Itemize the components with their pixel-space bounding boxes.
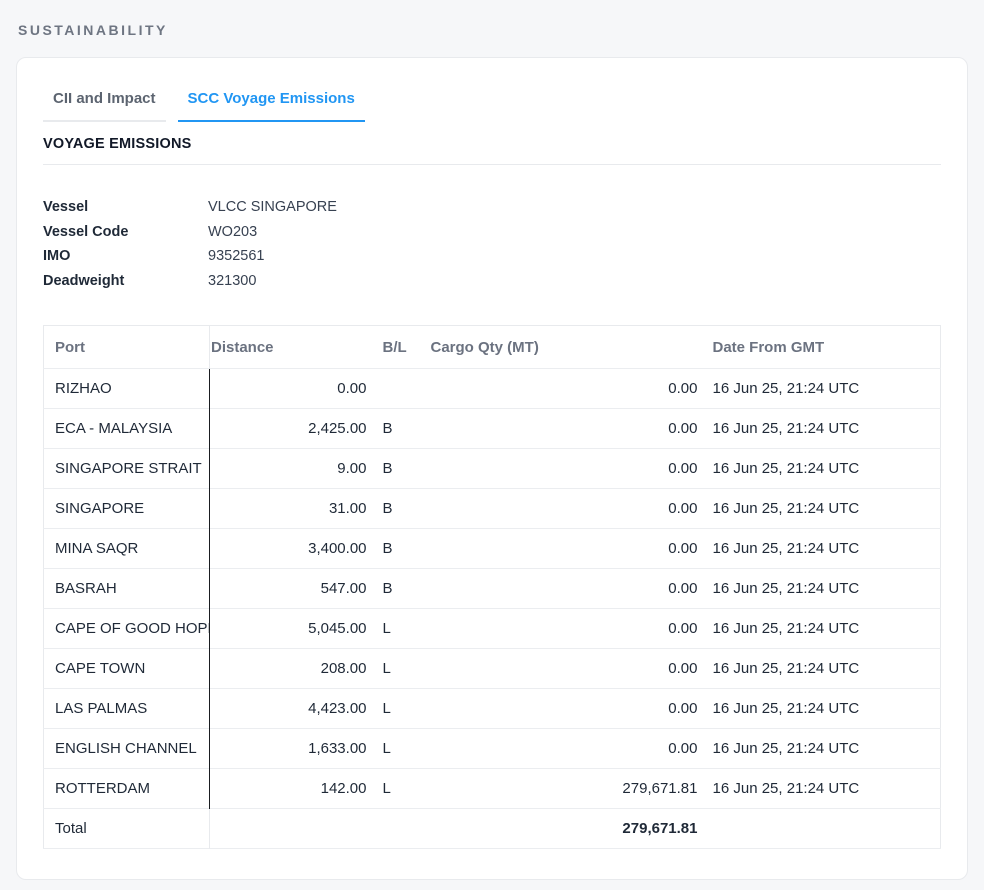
cell-bl: B — [375, 409, 430, 449]
voyage-emissions-table: Port Distance B/L Cargo Qty (MT) Date Fr… — [43, 325, 941, 849]
cell-bl: B — [375, 529, 430, 569]
vessel-info-row: Deadweight 321300 — [43, 269, 941, 294]
cell-bl: L — [375, 689, 430, 729]
vessel-info-value: WO203 — [208, 220, 257, 245]
column-header-distance: Distance — [210, 326, 375, 369]
cell-distance: 4,423.00 — [210, 689, 375, 729]
cell-port: MINA SAQR — [44, 529, 210, 569]
cell-distance: 3,400.00 — [210, 529, 375, 569]
cell-cargo-qty: 0.00 — [430, 369, 705, 409]
table-row: SINGAPORE 31.00 B 0.00 16 Jun 25, 21:24 … — [44, 489, 941, 529]
table-row: LAS PALMAS 4,423.00 L 0.00 16 Jun 25, 21… — [44, 689, 941, 729]
cell-bl — [375, 369, 430, 409]
cell-bl: L — [375, 729, 430, 769]
tab-cii-and-impact[interactable]: CII and Impact — [43, 88, 166, 122]
table-row: RIZHAO 0.00 0.00 16 Jun 25, 21:24 UTC — [44, 369, 941, 409]
vessel-info-value: 9352561 — [208, 244, 264, 269]
vessel-info-value: 321300 — [208, 269, 256, 294]
cell-port: SINGAPORE — [44, 489, 210, 529]
column-header-cargo-qty: Cargo Qty (MT) — [430, 326, 705, 369]
vessel-info-label: Vessel Code — [43, 220, 208, 245]
cell-date-from-gmt: 16 Jun 25, 21:24 UTC — [705, 529, 941, 569]
cell-port: LAS PALMAS — [44, 689, 210, 729]
cell-bl: L — [375, 769, 430, 809]
cell-cargo-qty: 0.00 — [430, 729, 705, 769]
tab-scc-voyage-emissions[interactable]: SCC Voyage Emissions — [178, 88, 365, 122]
section-title: VOYAGE EMISSIONS — [43, 136, 941, 152]
table-row: ROTTERDAM 142.00 L 279,671.81 16 Jun 25,… — [44, 769, 941, 809]
table-row: CAPE OF GOOD HOPE 5,045.00 L 0.00 16 Jun… — [44, 609, 941, 649]
table-header: Port Distance B/L Cargo Qty (MT) Date Fr… — [44, 326, 941, 369]
vessel-info-row: IMO 9352561 — [43, 244, 941, 269]
cell-cargo-qty: 0.00 — [430, 529, 705, 569]
cell-port: ECA - MALAYSIA — [44, 409, 210, 449]
cell-cargo-qty: 279,671.81 — [430, 769, 705, 809]
cell-cargo-qty: 0.00 — [430, 689, 705, 729]
page-title: SUSTAINABILITY — [0, 0, 984, 38]
total-row: Total 279,671.81 — [44, 809, 941, 849]
cell-port: ENGLISH CHANNEL — [44, 729, 210, 769]
total-label: Total — [44, 809, 210, 849]
cell-date-from-gmt: 16 Jun 25, 21:24 UTC — [705, 489, 941, 529]
table-footer: Total 279,671.81 — [44, 809, 941, 849]
cell-date-from-gmt: 16 Jun 25, 21:24 UTC — [705, 409, 941, 449]
table-row: CAPE TOWN 208.00 L 0.00 16 Jun 25, 21:24… — [44, 649, 941, 689]
cell-cargo-qty: 0.00 — [430, 449, 705, 489]
cell-bl: L — [375, 649, 430, 689]
cell-cargo-qty: 0.00 — [430, 649, 705, 689]
column-header-date-from-gmt: Date From GMT — [705, 326, 941, 369]
header-row: Port Distance B/L Cargo Qty (MT) Date Fr… — [44, 326, 941, 369]
cell-cargo-qty: 0.00 — [430, 609, 705, 649]
cell-port: CAPE TOWN — [44, 649, 210, 689]
cell-distance: 1,633.00 — [210, 729, 375, 769]
tab-bar: CII and Impact SCC Voyage Emissions — [43, 88, 941, 122]
cell-port: SINGAPORE STRAIT — [44, 449, 210, 489]
table-body: RIZHAO 0.00 0.00 16 Jun 25, 21:24 UTC EC… — [44, 369, 941, 809]
cell-cargo-qty: 0.00 — [430, 409, 705, 449]
vessel-info-label: Vessel — [43, 195, 208, 220]
cell-date-from-gmt: 16 Jun 25, 21:24 UTC — [705, 449, 941, 489]
cell-distance: 547.00 — [210, 569, 375, 609]
cell-bl: L — [375, 609, 430, 649]
cell-date-from-gmt: 16 Jun 25, 21:24 UTC — [705, 649, 941, 689]
cell-bl: B — [375, 569, 430, 609]
total-cargo-value: 279,671.81 — [430, 809, 705, 849]
section-divider — [43, 164, 941, 165]
cell-date-from-gmt: 16 Jun 25, 21:24 UTC — [705, 609, 941, 649]
cell-date-from-gmt: 16 Jun 25, 21:24 UTC — [705, 729, 941, 769]
column-header-bl: B/L — [375, 326, 430, 369]
cell-port: ROTTERDAM — [44, 769, 210, 809]
column-header-port: Port — [44, 326, 210, 369]
cell-port: BASRAH — [44, 569, 210, 609]
cell-distance: 5,045.00 — [210, 609, 375, 649]
cell-distance: 0.00 — [210, 369, 375, 409]
vessel-info-value: VLCC SINGAPORE — [208, 195, 337, 220]
sustainability-card: CII and Impact SCC Voyage Emissions VOYA… — [16, 57, 968, 880]
cell-distance: 31.00 — [210, 489, 375, 529]
vessel-info: Vessel VLCC SINGAPORE Vessel Code WO203 … — [43, 195, 941, 293]
table-row: SINGAPORE STRAIT 9.00 B 0.00 16 Jun 25, … — [44, 449, 941, 489]
cell-distance: 142.00 — [210, 769, 375, 809]
cell-distance: 9.00 — [210, 449, 375, 489]
cell-distance: 208.00 — [210, 649, 375, 689]
cell-cargo-qty: 0.00 — [430, 489, 705, 529]
cell-date-from-gmt: 16 Jun 25, 21:24 UTC — [705, 689, 941, 729]
table-row: ECA - MALAYSIA 2,425.00 B 0.00 16 Jun 25… — [44, 409, 941, 449]
table-row: ENGLISH CHANNEL 1,633.00 L 0.00 16 Jun 2… — [44, 729, 941, 769]
vessel-info-row: Vessel Code WO203 — [43, 220, 941, 245]
table-row: BASRAH 547.00 B 0.00 16 Jun 25, 21:24 UT… — [44, 569, 941, 609]
vessel-info-row: Vessel VLCC SINGAPORE — [43, 195, 941, 220]
cell-cargo-qty: 0.00 — [430, 569, 705, 609]
cell-distance: 2,425.00 — [210, 409, 375, 449]
vessel-info-label: IMO — [43, 244, 208, 269]
cell-port: RIZHAO — [44, 369, 210, 409]
vessel-info-label: Deadweight — [43, 269, 208, 294]
cell-bl: B — [375, 449, 430, 489]
cell-bl: B — [375, 489, 430, 529]
table-row: MINA SAQR 3,400.00 B 0.00 16 Jun 25, 21:… — [44, 529, 941, 569]
cell-date-from-gmt: 16 Jun 25, 21:24 UTC — [705, 769, 941, 809]
cell-date-from-gmt: 16 Jun 25, 21:24 UTC — [705, 369, 941, 409]
cell-port: CAPE OF GOOD HOPE — [44, 609, 210, 649]
cell-date-from-gmt: 16 Jun 25, 21:24 UTC — [705, 569, 941, 609]
